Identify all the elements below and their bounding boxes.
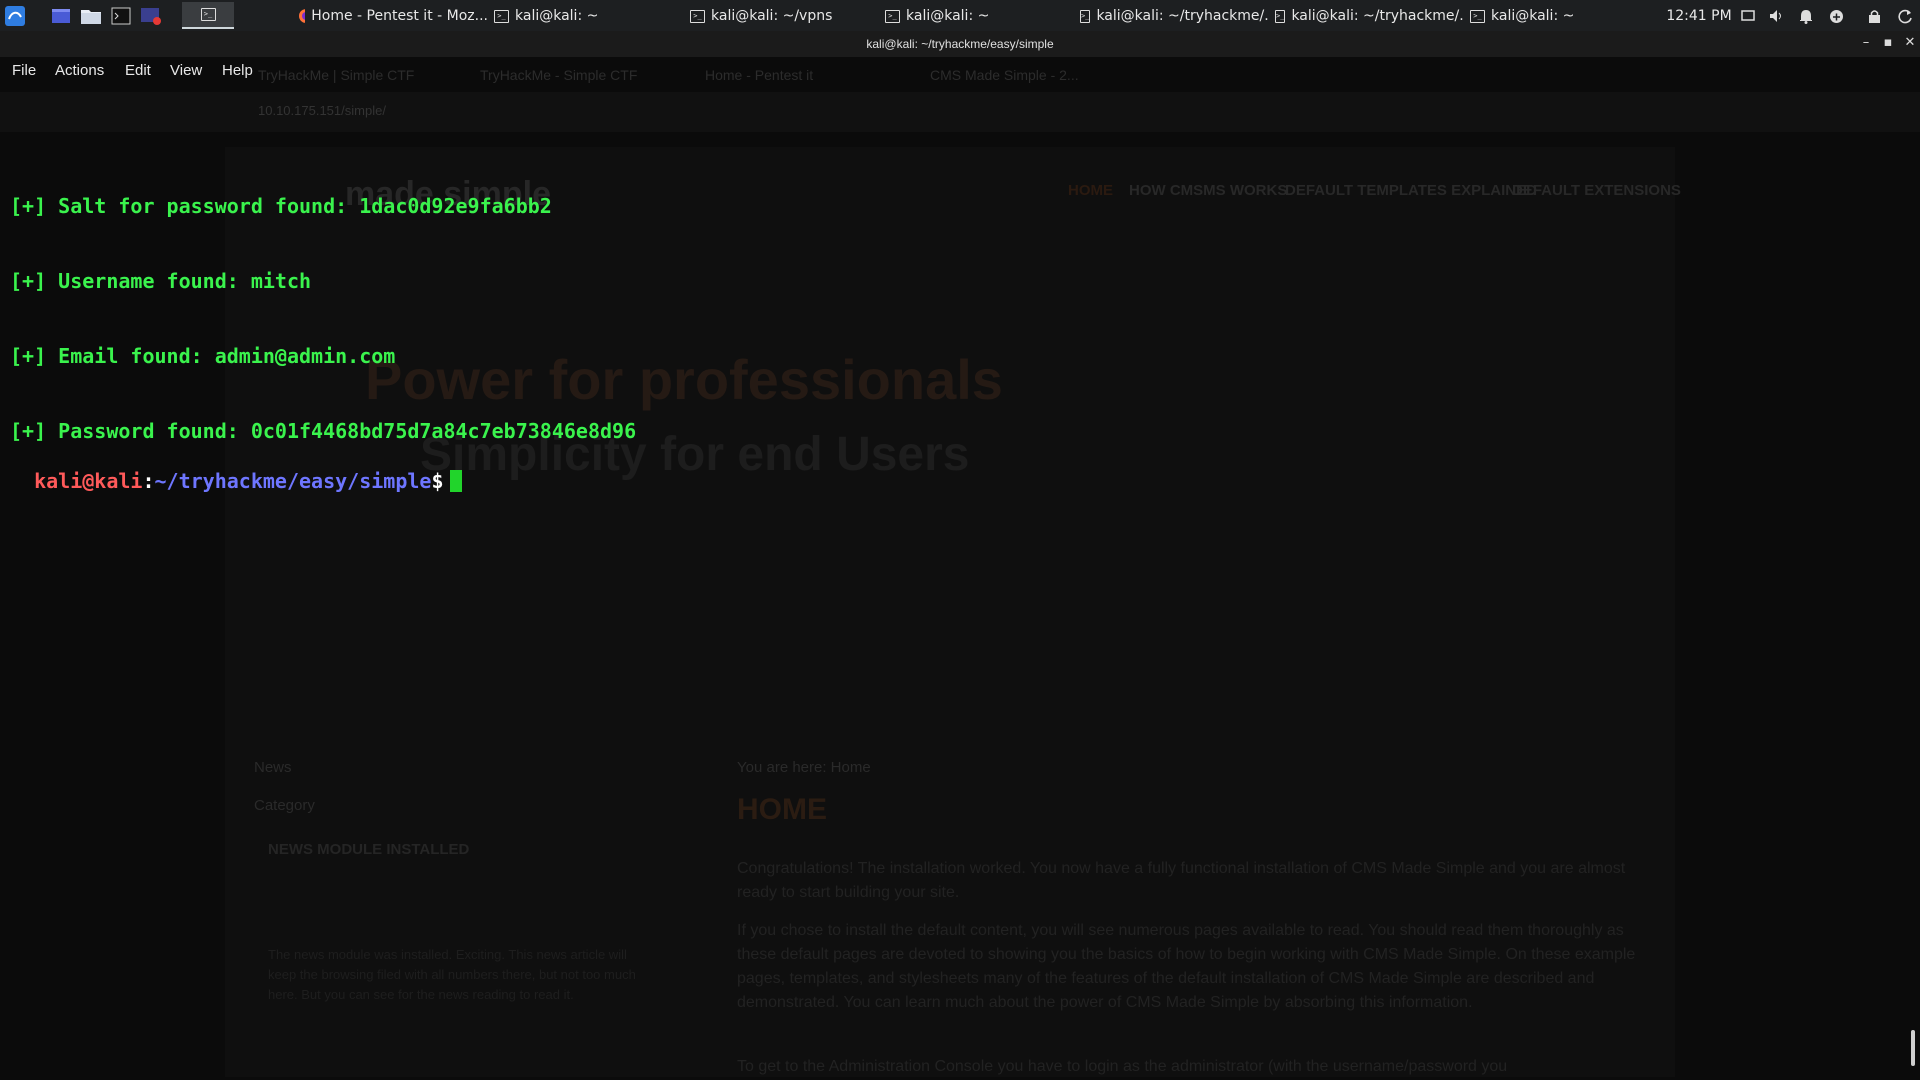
cms-breadcrumb: You are here: Home: [737, 759, 871, 776]
clock[interactable]: 12:41 PM: [1664, 4, 1734, 28]
terminal-prompt: kali@kali:~/tryhackme/easy/simple$: [34, 469, 462, 493]
cms-paragraph: To get to the Administration Console you…: [737, 1058, 1508, 1075]
prompt-separator: :: [142, 469, 155, 493]
terminal-icon: >_: [200, 8, 216, 21]
taskbar-item-label: kali@kali: ~: [515, 8, 599, 24]
terminal-line: [+] Username found: mitch: [10, 269, 312, 293]
taskbar-item-label: kali@kali: ~/tryhackme/...: [1291, 8, 1465, 24]
cms-news-text: The news module was installed. Exciting.…: [268, 947, 636, 1002]
terminal-line: [+] Email found: admin@admin.com: [10, 344, 396, 368]
menu-edit[interactable]: Edit: [125, 62, 151, 79]
file-manager-icon[interactable]: [78, 3, 104, 29]
screen-recorder-icon[interactable]: [138, 3, 164, 29]
terminal-menubar: File Actions Edit View Help: [0, 57, 1920, 83]
cms-category-label: Category: [254, 797, 315, 814]
cms-news-label: News: [254, 759, 292, 776]
prompt-symbol: $: [431, 469, 444, 493]
taskbar-item-label: kali@kali: ~/vpns: [711, 8, 833, 24]
terminal-line: [+] Password found: 0c01f4468bd75d7a84c7…: [10, 419, 637, 443]
terminal-icon: >_: [1080, 9, 1091, 23]
top-panel: >_ Home - Pentest it - Moz... >_ kali@ka…: [0, 0, 1920, 31]
terminal-icon: >_: [885, 9, 900, 23]
display-icon[interactable]: [1738, 4, 1758, 28]
taskbar-item-terminal-vpns[interactable]: >_ kali@kali: ~/vpns: [690, 4, 880, 28]
window-title: kali@kali: ~/tryhackme/easy/simple: [866, 37, 1054, 51]
minimize-icon[interactable]: –: [1858, 35, 1874, 50]
terminal-output[interactable]: [+] Salt for password found: 1dac0d92e9f…: [10, 144, 636, 494]
terminal-launcher-icon[interactable]: [108, 3, 134, 29]
taskbar-item-terminal-home-3[interactable]: >_ kali@kali: ~: [1470, 4, 1650, 28]
terminal-scrollbar[interactable]: [1911, 1030, 1915, 1066]
taskbar-item-terminal-tryhackme[interactable]: >_ kali@kali: ~/tryhackme/...: [1080, 4, 1270, 28]
terminal-icon: >_: [1470, 9, 1485, 23]
network-status-icon[interactable]: [1826, 4, 1846, 28]
terminal-line: [+] Salt for password found: 1dac0d92e9f…: [10, 194, 552, 218]
cms-nav-item: HOW CMSMS WORKS: [1129, 182, 1288, 199]
taskbar-item-label: kali@kali: ~/tryhackme/...: [1096, 8, 1270, 24]
cms-paragraph: Congratulations! The installation worked…: [737, 860, 1626, 901]
taskbar-item-terminal-home[interactable]: >_ kali@kali: ~: [494, 4, 684, 28]
taskbar-item-terminal-tryhackme-2[interactable]: >_ kali@kali: ~/tryhackme/...: [1275, 4, 1465, 28]
taskbar-item-label: kali@kali: ~: [1491, 8, 1575, 24]
active-terminal-button[interactable]: >_: [182, 2, 234, 29]
workspace-icon[interactable]: [48, 3, 74, 29]
power-refresh-icon[interactable]: [1894, 4, 1916, 28]
taskbar-item-label: Home - Pentest it - Moz...: [311, 8, 488, 24]
prompt-path: ~/tryhackme/easy/simple: [154, 469, 432, 493]
taskbar-item-terminal-home-2[interactable]: >_ kali@kali: ~: [885, 4, 1075, 28]
browser-url: 10.10.175.151/simple/: [258, 103, 386, 118]
taskbar-item-label: kali@kali: ~: [906, 8, 990, 24]
menu-view[interactable]: View: [170, 62, 202, 79]
cms-nav-item: DEFAULT EXTENSIONS: [1512, 182, 1681, 199]
menu-file[interactable]: File: [12, 62, 36, 79]
lock-screen-icon[interactable]: [1864, 4, 1884, 28]
cms-page-heading: HOME: [737, 793, 827, 826]
window-titlebar[interactable]: kali@kali: ~/tryhackme/easy/simple – ▪ ✕: [0, 31, 1920, 57]
terminal-icon: >_: [690, 9, 705, 23]
volume-icon[interactable]: [1766, 4, 1788, 28]
menu-actions[interactable]: Actions: [55, 62, 104, 79]
menu-help[interactable]: Help: [222, 62, 253, 79]
prompt-user: kali@kali: [34, 469, 143, 493]
taskbar-item-firefox[interactable]: Home - Pentest it - Moz...: [298, 4, 488, 28]
kali-menu-icon[interactable]: [2, 3, 28, 29]
terminal-icon: >_: [494, 9, 509, 23]
cms-news-title: NEWS MODULE INSTALLED: [268, 841, 470, 858]
terminal-icon: >_: [1275, 9, 1286, 23]
terminal-cursor[interactable]: [449, 470, 462, 492]
firefox-icon: [299, 9, 306, 23]
cms-nav-item: DEFAULT TEMPLATES EXPLAINED: [1285, 182, 1537, 199]
notification-bell-icon[interactable]: [1796, 4, 1816, 28]
cms-nav-item: HOME: [1068, 182, 1113, 199]
browser-navbar: [0, 92, 1920, 132]
cms-paragraph: If you chose to install the default cont…: [737, 922, 1636, 1011]
close-icon[interactable]: ✕: [1902, 35, 1918, 50]
maximize-icon[interactable]: ▪: [1880, 35, 1896, 50]
